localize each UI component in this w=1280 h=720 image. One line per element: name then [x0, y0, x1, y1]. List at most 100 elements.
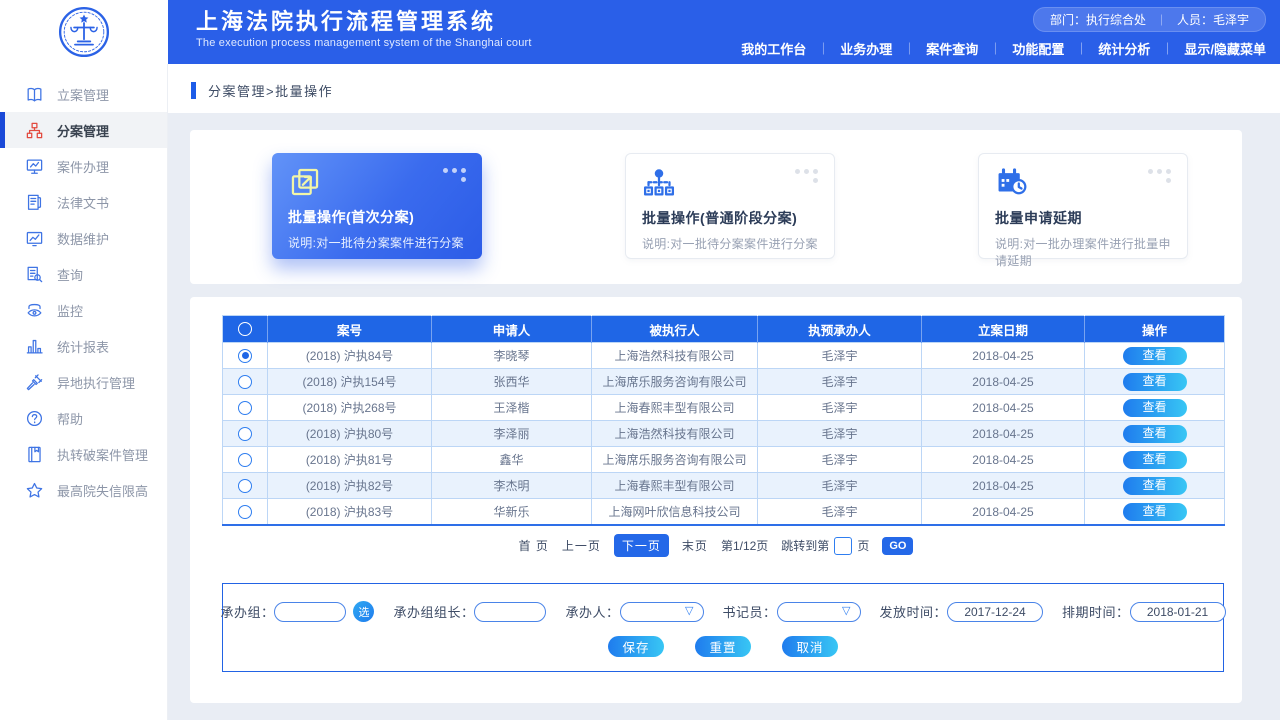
schedule-date-input[interactable] — [1130, 602, 1226, 622]
page-last-link[interactable]: 末页 — [682, 537, 708, 554]
app-title: 上海法院执行流程管理系统 — [196, 9, 532, 35]
select-all-radio[interactable] — [238, 322, 252, 336]
more-dots-icon — [795, 169, 819, 184]
sidebar-item-5[interactable]: 查询 — [0, 256, 167, 292]
field-label: 排期时间： — [1062, 602, 1130, 621]
cell-undertaker: 毛泽宇 — [758, 421, 922, 447]
view-button[interactable]: 查看 — [1123, 399, 1187, 417]
nav-separator: ｜ — [1161, 40, 1173, 57]
help-icon — [25, 409, 44, 428]
sidebar-item-7[interactable]: 统计报表 — [0, 328, 167, 364]
row-radio[interactable] — [238, 349, 252, 363]
sidebar-item-0[interactable]: 立案管理 — [0, 76, 167, 112]
person-label: 人员：毛泽宇 — [1177, 11, 1249, 28]
cell-action: 查看 — [1085, 369, 1225, 395]
reset-button[interactable]: 重置 — [695, 636, 751, 657]
row-radio[interactable] — [238, 401, 252, 415]
sidebar-item-label: 异地执行管理 — [57, 373, 135, 392]
star-icon — [25, 481, 44, 500]
sidebar-item-label: 案件办理 — [57, 157, 109, 176]
row-radio[interactable] — [238, 375, 252, 389]
cards-row: 批量操作(首次分案)说明:对一批待分案案件进行分案批量操作(普通阶段分案)说明:… — [190, 130, 1242, 259]
cell-action: 查看 — [1085, 343, 1225, 369]
gavel-icon — [25, 373, 44, 392]
cell-applicant: 张西华 — [432, 369, 592, 395]
view-button[interactable]: 查看 — [1123, 425, 1187, 443]
card-title: 批量操作(普通阶段分案) — [642, 208, 818, 228]
card-2[interactable]: 批量申请延期说明:对一批办理案件进行批量申请延期 — [978, 153, 1188, 259]
cell-case-no: (2018) 沪执268号 — [268, 395, 432, 421]
top-nav-item-1[interactable]: 业务办理 — [840, 39, 892, 58]
undertaker-group-input[interactable] — [274, 602, 346, 622]
table-row: (2018) 沪执81号鑫华上海席乐服务咨询有限公司毛泽宇2018-04-25查… — [223, 447, 1225, 473]
pick-group-button[interactable]: 选 — [353, 601, 374, 622]
view-button[interactable]: 查看 — [1123, 503, 1187, 521]
go-button[interactable]: GO — [882, 537, 913, 555]
sidebar-item-11[interactable]: 最高院失信限高 — [0, 472, 167, 508]
sidebar-item-9[interactable]: 帮助 — [0, 400, 167, 436]
top-nav-item-3[interactable]: 功能配置 — [1012, 39, 1064, 58]
flow-icon — [642, 166, 676, 200]
view-button[interactable]: 查看 — [1123, 347, 1187, 365]
top-nav-item-4[interactable]: 统计分析 — [1098, 39, 1150, 58]
table-header-row: 案号申请人被执行人执预承办人立案日期操作 — [223, 316, 1225, 343]
cell-applicant: 王泽楷 — [432, 395, 592, 421]
cell-action: 查看 — [1085, 395, 1225, 421]
page-next-link[interactable]: 下一页 — [614, 534, 669, 557]
data-chart-icon — [25, 229, 44, 248]
cell-filing-date: 2018-04-25 — [922, 447, 1085, 473]
table-row: (2018) 沪执268号王泽楷上海春熙丰型有限公司毛泽宇2018-04-25查… — [223, 395, 1225, 421]
pagination: 首 页上一页下一页末页第1/12页跳转到第页GO — [190, 534, 1242, 557]
court-emblem-icon — [57, 5, 111, 59]
top-nav-item-5[interactable]: 显示/隐藏菜单 — [1184, 39, 1266, 58]
issue-date-input[interactable] — [947, 602, 1043, 622]
row-radio[interactable] — [238, 479, 252, 493]
row-radio[interactable] — [238, 505, 252, 519]
sidebar-item-2[interactable]: 案件办理 — [0, 148, 167, 184]
sidebar-item-6[interactable]: 监控 — [0, 292, 167, 328]
sidebar-item-label: 法律文书 — [57, 193, 109, 212]
clerk-select[interactable]: ▽ — [777, 602, 861, 622]
sidebar-item-label: 查询 — [57, 265, 83, 284]
jump-page-input[interactable] — [834, 537, 852, 555]
field-label: 书记员： — [723, 602, 777, 621]
card-description: 说明:对一批待分案案件进行分案 — [288, 234, 466, 251]
cell-undertaker: 毛泽宇 — [758, 499, 922, 526]
group-leader-input[interactable] — [474, 602, 546, 622]
sidebar-item-3[interactable]: 法律文书 — [0, 184, 167, 220]
card-0[interactable]: 批量操作(首次分案)说明:对一批待分案案件进行分案 — [272, 153, 482, 259]
cell-respondent: 上海春熙丰型有限公司 — [592, 395, 758, 421]
breadcrumb-accent-bar — [191, 82, 196, 99]
jump-label-prefix: 跳转到第 — [781, 537, 829, 554]
page-first-link[interactable]: 首 页 — [519, 537, 549, 554]
field-label: 承办组： — [220, 602, 274, 621]
card-1[interactable]: 批量操作(普通阶段分案)说明:对一批待分案案件进行分案 — [625, 153, 835, 259]
separator: ｜ — [1156, 12, 1167, 28]
view-button[interactable]: 查看 — [1123, 373, 1187, 391]
department-label: 部门：执行综合处 — [1050, 11, 1146, 28]
cell-respondent: 上海网叶欣信息科技公司 — [592, 499, 758, 526]
sidebar-item-1[interactable]: 分案管理 — [0, 112, 167, 148]
top-nav-item-0[interactable]: 我的工作台 — [741, 39, 806, 58]
view-button[interactable]: 查看 — [1123, 477, 1187, 495]
form-field-3: 书记员：▽ — [723, 602, 861, 622]
cell-undertaker: 毛泽宇 — [758, 395, 922, 421]
sidebar-item-10[interactable]: 执转破案件管理 — [0, 436, 167, 472]
row-radio[interactable] — [238, 453, 252, 467]
cell-case-no: (2018) 沪执81号 — [268, 447, 432, 473]
sidebar-item-8[interactable]: 异地执行管理 — [0, 364, 167, 400]
breadcrumb-band — [168, 64, 1280, 113]
calendar-clock-icon — [995, 166, 1029, 200]
cancel-button[interactable]: 取消 — [782, 636, 838, 657]
view-button[interactable]: 查看 — [1123, 451, 1187, 469]
sidebar-item-4[interactable]: 数据维护 — [0, 220, 167, 256]
chevron-down-icon: ▽ — [685, 606, 693, 617]
notebook-icon — [25, 445, 44, 464]
top-nav-item-2[interactable]: 案件查询 — [926, 39, 978, 58]
row-radio[interactable] — [238, 427, 252, 441]
page-prev-link[interactable]: 上一页 — [562, 537, 601, 554]
save-button[interactable]: 保存 — [608, 636, 664, 657]
monitor-eye-icon — [25, 301, 44, 320]
cell-filing-date: 2018-04-25 — [922, 499, 1085, 526]
undertaker-select[interactable]: ▽ — [620, 602, 704, 622]
